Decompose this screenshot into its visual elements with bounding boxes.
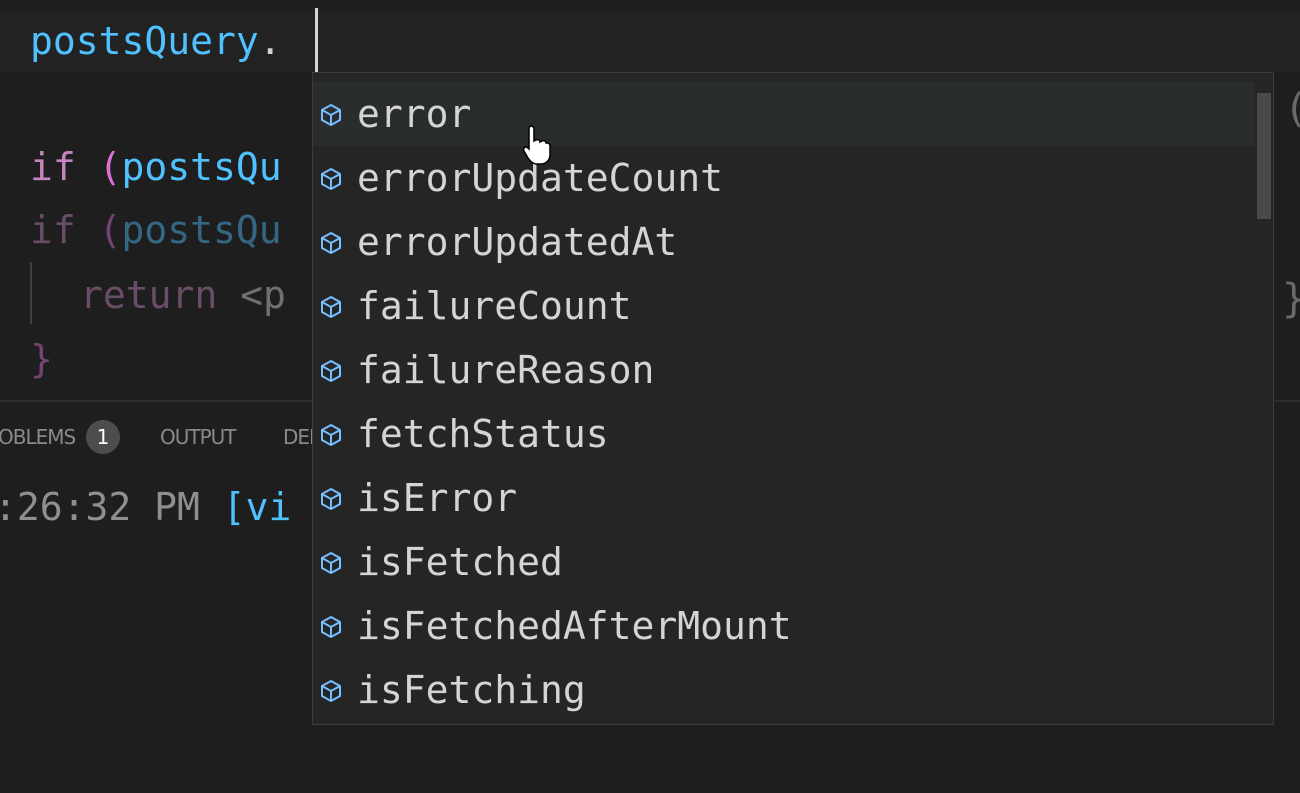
tab-problems[interactable]: OBLEMS — [0, 420, 76, 454]
code-line-3[interactable]: if (postsQu — [30, 136, 282, 198]
code-line-5[interactable]: return <p — [80, 264, 286, 326]
suggest-item[interactable]: error — [313, 82, 1257, 146]
code-variable: postsQu — [121, 208, 282, 252]
vscode-window: postsQuery. if (postsQu if (postsQu retu… — [0, 0, 1300, 793]
code-line-1[interactable]: postsQuery. — [30, 10, 282, 72]
suggest-item-label: errorUpdatedAt — [357, 220, 678, 264]
property-box-icon — [321, 295, 341, 319]
suggest-item[interactable]: isFetchedAfterMount — [313, 594, 1257, 658]
code-keyword: if — [30, 145, 76, 189]
suggest-item-label: isError — [357, 476, 518, 520]
suggest-item-label: failureReason — [357, 348, 655, 392]
code-line-4[interactable]: if (postsQu — [30, 199, 282, 261]
property-box-icon — [321, 231, 341, 255]
suggest-item[interactable]: isError — [313, 466, 1257, 530]
code-paren: ( — [75, 208, 122, 252]
code-variable: postsQu — [121, 145, 282, 189]
suggest-item-label: isFetched — [357, 540, 563, 584]
suggest-item[interactable]: failureReason — [313, 338, 1257, 402]
overflow-glyph-brace: } — [1282, 268, 1300, 330]
suggest-item[interactable]: errorUpdatedAt — [313, 210, 1257, 274]
suggest-item[interactable]: fetchStatus — [313, 402, 1257, 466]
suggest-item-label: fetchStatus — [357, 412, 609, 456]
terminal-tag: [vi — [222, 485, 292, 529]
code-variable: postsQuery — [30, 19, 259, 63]
code-text: <p — [217, 273, 286, 317]
terminal-timestamp: :26:32 PM — [0, 485, 223, 529]
property-box-icon — [321, 423, 341, 447]
tab-output[interactable]: OUTPUT — [160, 420, 237, 454]
code-paren: ( — [75, 145, 122, 189]
property-box-icon — [321, 167, 341, 191]
suggest-scrollbar[interactable] — [1255, 73, 1273, 724]
property-box-icon — [321, 615, 341, 639]
suggest-scrollbar-thumb[interactable] — [1257, 93, 1271, 219]
suggest-item[interactable]: isFetched — [313, 530, 1257, 594]
suggest-item-label: isFetchedAfterMount — [357, 604, 792, 648]
text-cursor — [315, 8, 318, 72]
tab-debug-console[interactable]: DEI — [283, 420, 315, 454]
suggest-item[interactable]: failureCount — [313, 274, 1257, 338]
autocomplete-suggest-widget[interactable]: error errorUpdateCount errorUpdatedAt failu… — [312, 72, 1274, 725]
hand-pointer-icon — [522, 125, 551, 165]
suggest-item-label: failureCount — [357, 284, 632, 328]
property-box-icon — [321, 679, 341, 703]
property-box-icon — [321, 487, 341, 511]
suggest-item-label: error — [357, 92, 472, 136]
property-box-icon — [321, 551, 341, 575]
code-dot: . — [258, 19, 282, 63]
property-box-icon — [321, 359, 341, 383]
code-keyword: if — [30, 208, 76, 252]
suggest-item[interactable]: errorUpdateCount — [313, 146, 1257, 210]
indent-guide — [30, 262, 32, 324]
suggest-item[interactable]: isFetching — [313, 658, 1257, 722]
terminal-output-line: :26:32 PM [vi — [0, 482, 291, 532]
overflow-glyph-paren: ( — [1284, 78, 1300, 140]
code-keyword: return — [80, 273, 218, 317]
suggest-item-label: isFetching — [357, 668, 586, 712]
problems-count-badge: 1 — [86, 420, 120, 454]
property-box-icon — [321, 103, 341, 127]
code-line-6[interactable]: } — [30, 328, 53, 390]
code-brace: } — [30, 337, 53, 381]
